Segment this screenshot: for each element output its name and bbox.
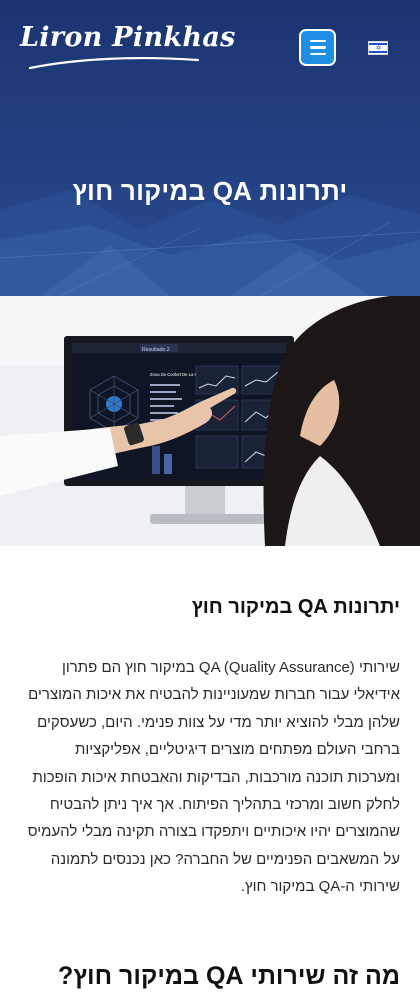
hero-photo: Resultado 2 Zona De Confort De La Plataf… <box>0 296 420 546</box>
hamburger-icon <box>309 39 326 43</box>
site-header: Liron Pinkhas ✡ <box>0 0 420 96</box>
hero-section: Liron Pinkhas ✡ יתרונות QA במיקור חוץ <box>0 0 420 296</box>
article-subheading: מה זה שירותי QA במיקור חוץ? <box>57 962 400 990</box>
israel-flag-icon[interactable]: ✡ <box>368 41 388 55</box>
logo-swoosh-icon <box>28 56 200 70</box>
page-title: יתרונות QA במיקור חוץ <box>72 176 348 206</box>
article-paragraph: שירותי QA (Quality Assurance) במיקור חוץ… <box>27 659 400 896</box>
menu-button[interactable] <box>299 29 336 66</box>
article-heading: יתרונות QA במיקור חוץ <box>191 596 400 618</box>
qa-monitor-photo: Resultado 2 Zona De Confort De La Plataf… <box>0 296 420 546</box>
screen-tab-label: Resultado 2 <box>142 347 170 353</box>
logo-text: Liron Pinkhas <box>20 22 236 53</box>
site-logo[interactable]: Liron Pinkhas <box>20 22 236 74</box>
